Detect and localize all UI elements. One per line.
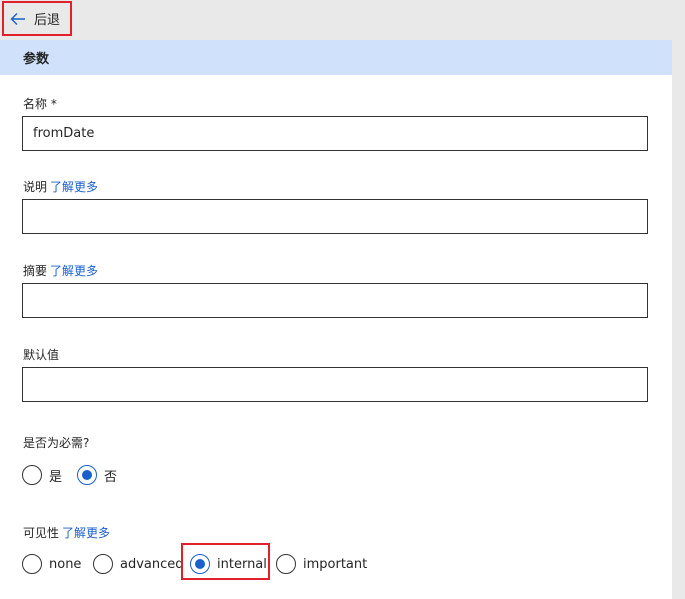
default-value-input[interactable] <box>22 367 648 402</box>
visibility-radio-none[interactable]: none <box>22 554 81 574</box>
summary-label-text: 摘要 <box>23 264 48 278</box>
visibility-label-text: 可见性 <box>23 526 60 540</box>
scrollbar-track[interactable] <box>672 40 685 599</box>
section-header: 参数 <box>0 40 672 75</box>
back-button-label: 后退 <box>34 13 61 28</box>
description-learn-more-link[interactable]: 了解更多 <box>50 180 98 194</box>
radio-checked-icon <box>190 554 210 574</box>
visibility-option-none-label: none <box>49 556 82 572</box>
default-value-field-label: 默认值 <box>23 348 60 362</box>
visibility-radio-internal[interactable]: internal <box>190 554 267 574</box>
required-radio-no[interactable]: 否 <box>77 465 117 485</box>
required-label: 是否为必需? <box>23 436 90 450</box>
arrow-left-icon <box>9 10 27 28</box>
summary-field-label: 摘要 了解更多 <box>23 262 98 279</box>
visibility-learn-more-link[interactable]: 了解更多 <box>62 526 110 540</box>
back-button[interactable]: 后退 <box>2 1 72 36</box>
description-input[interactable] <box>22 199 648 234</box>
visibility-radio-advanced[interactable]: advanced <box>93 554 184 574</box>
name-input[interactable] <box>22 116 648 151</box>
parameters-panel: 参数 名称 * 说明了解更多 摘要了解更多 默认值 是否为必需? 是 否 可见性… <box>0 40 672 599</box>
required-radio-yes[interactable]: 是 <box>22 465 62 485</box>
visibility-field-label: 可见性 了解更多 <box>23 524 110 541</box>
visibility-option-important-label: important <box>303 556 368 572</box>
required-option-yes-label: 是 <box>49 469 63 485</box>
required-option-no-label: 否 <box>104 469 118 485</box>
top-bar: 后退 <box>0 0 685 40</box>
summary-input[interactable] <box>22 283 648 318</box>
summary-learn-more-link[interactable]: 了解更多 <box>50 264 98 278</box>
radio-unchecked-icon <box>276 554 296 574</box>
visibility-option-advanced-label: advanced <box>120 556 184 572</box>
radio-checked-icon <box>77 465 97 485</box>
visibility-radio-important[interactable]: important <box>276 554 367 574</box>
radio-unchecked-icon <box>22 465 42 485</box>
description-label-text: 说明 <box>23 180 48 194</box>
visibility-option-internal-label: internal <box>217 556 267 572</box>
radio-unchecked-icon <box>93 554 113 574</box>
radio-unchecked-icon <box>22 554 42 574</box>
name-field-label: 名称 * <box>23 97 57 111</box>
description-field-label: 说明 了解更多 <box>23 178 98 195</box>
